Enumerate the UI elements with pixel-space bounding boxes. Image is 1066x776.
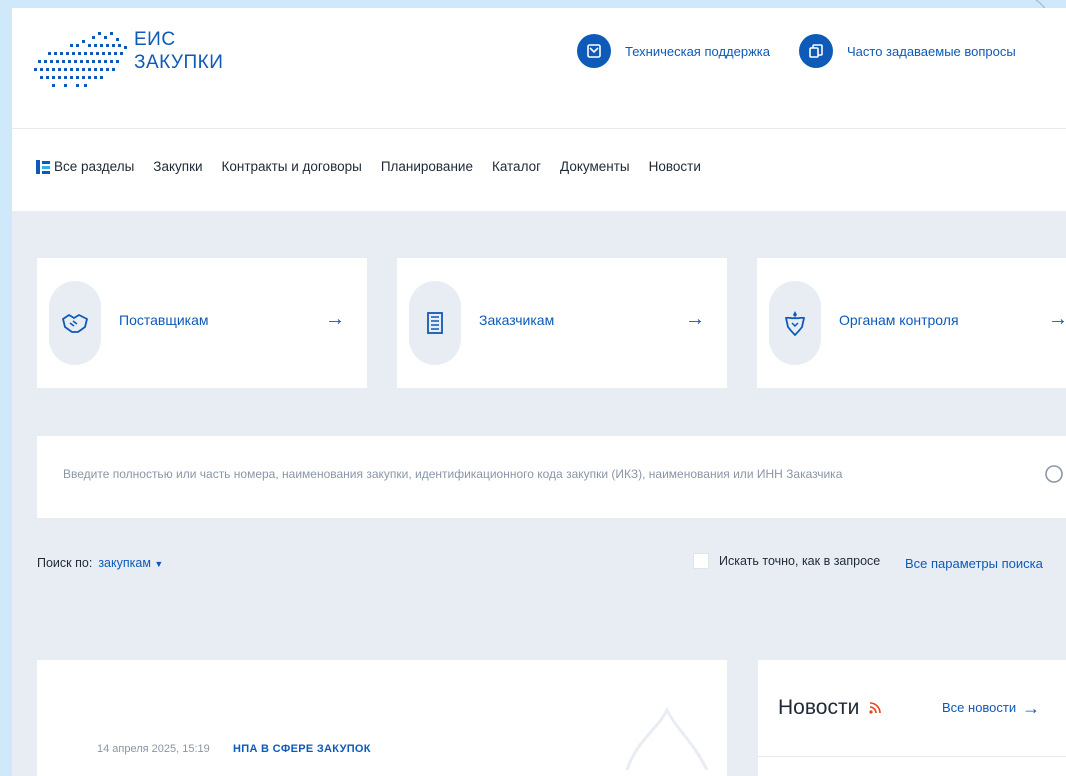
nav-item-catalog[interactable]: Каталог: [492, 159, 541, 174]
logo-text: ЕИС ЗАКУПКИ: [134, 28, 223, 74]
handshake-icon: [49, 281, 101, 365]
site-header: ЕИС ЗАКУПКИ Техническая поддержка Часто …: [12, 8, 1066, 128]
emblem-icon: [769, 281, 821, 365]
copy-icon: [799, 34, 833, 68]
nav-label-catalog: Каталог: [491, 159, 542, 174]
card-customers[interactable]: Заказчикам →: [397, 258, 727, 388]
nav-item-purchases[interactable]: Закупки: [153, 159, 202, 174]
news-date: 14 апреля 2025, 15:19: [97, 743, 210, 755]
eis-logo[interactable]: ЕИС ЗАКУПКИ: [34, 22, 234, 102]
card-suppliers[interactable]: Поставщикам →: [37, 258, 367, 388]
nav-label-all-sections: Все разделы: [54, 159, 135, 174]
mail-icon: [577, 34, 611, 68]
news-widget: Новости Все новости →: [758, 660, 1066, 776]
all-news-link[interactable]: Все новости →: [942, 697, 1041, 718]
faq-link[interactable]: Часто задаваемые вопросы: [799, 34, 1016, 68]
news-title: Новости: [778, 696, 882, 720]
rss-icon[interactable]: [869, 702, 882, 714]
tech-support-link[interactable]: Техническая поддержка: [577, 34, 770, 68]
search-icon[interactable]: [1040, 460, 1066, 490]
caret-down-icon: ▼: [154, 559, 164, 569]
building-icon: [409, 281, 461, 365]
main-nav: Все разделы Закупки Контракты и договоры…: [12, 128, 1066, 211]
nav-label-contracts: Контракты и договоры: [221, 159, 362, 174]
nav-item-contracts[interactable]: Контракты и договоры: [222, 159, 362, 174]
all-search-params-link[interactable]: Все параметры поиска: [905, 556, 1043, 571]
nav-label-news: Новости: [648, 159, 701, 174]
featured-news-card[interactable]: 14 апреля 2025, 15:19 НПА В СФЕРЕ ЗАКУПО…: [37, 660, 727, 776]
card-control-label: Органам контроля: [839, 312, 959, 328]
nav-label-planning: Планирование: [380, 159, 473, 174]
search-by-value: закупкам: [98, 556, 151, 570]
logo-line2: ЗАКУПКИ: [134, 52, 224, 73]
arrow-right-icon: →: [325, 308, 345, 330]
exact-search-label: Искать точно, как в запросе: [719, 554, 881, 568]
arrow-right-icon: →: [1048, 308, 1066, 330]
nav-item-news[interactable]: Новости: [649, 159, 701, 174]
search-by-label: Поиск по:: [37, 556, 93, 570]
logo-line1: ЕИС: [134, 29, 176, 50]
news-title-text: Новости: [778, 696, 860, 719]
search-by: Поиск по: закупкам ▼: [37, 556, 163, 570]
emblem-watermark: [625, 706, 709, 771]
nav-items: Все разделы Закупки Контракты и договоры…: [36, 159, 701, 174]
nav-label-purchases: Закупки: [153, 159, 203, 174]
news-category[interactable]: НПА В СФЕРЕ ЗАКУПОК: [233, 743, 371, 755]
divider: [758, 756, 1066, 757]
all-news-label: Все новости: [942, 700, 1017, 715]
card-customers-label: Заказчикам: [479, 312, 555, 328]
russia-map-logo-icon: [34, 32, 127, 87]
exact-search-option: Искать точно, как в запросе: [693, 553, 880, 569]
exact-search-checkbox[interactable]: [693, 553, 709, 569]
faq-label: Часто задаваемые вопросы: [847, 43, 1016, 59]
arrow-right-icon: →: [1022, 697, 1041, 718]
nav-label-documents: Документы: [560, 159, 630, 174]
sections-icon: [36, 159, 50, 174]
nav-item-planning[interactable]: Планирование: [381, 159, 473, 174]
search-input[interactable]: [61, 466, 1005, 482]
search-bar: [37, 436, 1066, 518]
tech-support-label: Техническая поддержка: [625, 43, 770, 59]
card-control-bodies[interactable]: Органам контроля →: [757, 258, 1066, 388]
card-suppliers-label: Поставщикам: [119, 312, 209, 328]
nav-item-all-sections[interactable]: Все разделы: [36, 159, 134, 174]
arrow-right-icon: →: [685, 308, 705, 330]
search-by-dropdown[interactable]: закупкам ▼: [98, 556, 163, 570]
nav-item-documents[interactable]: Документы: [560, 159, 630, 174]
page-frame: ЕИС ЗАКУПКИ Техническая поддержка Часто …: [12, 8, 1066, 776]
